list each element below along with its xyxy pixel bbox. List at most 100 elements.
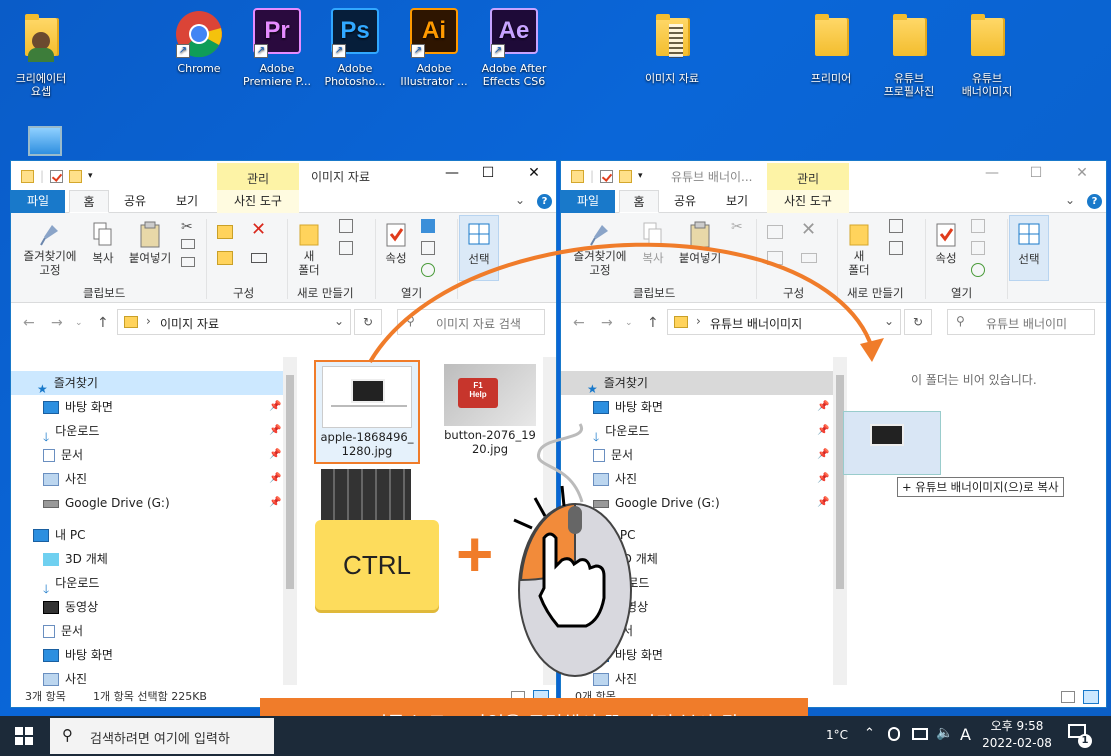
move-to-icon[interactable]: [767, 225, 783, 239]
desktop-icon-illustrator[interactable]: Ai ↗ Adobe Illustrator ...: [395, 8, 473, 88]
tab-picture-tools[interactable]: 사진 도구: [217, 190, 299, 213]
chevron-down-icon[interactable]: ⌄: [625, 318, 633, 328]
search-box[interactable]: ⚲ 유튜브 배너이미: [947, 309, 1095, 335]
expand-ribbon-icon[interactable]: ⌄: [515, 193, 525, 207]
nav-item-quick-access[interactable]: ★ 즐겨찾기: [11, 371, 295, 396]
chevron-down-icon[interactable]: ⌄: [75, 318, 83, 328]
desktop-icon-premiere[interactable]: Pr ↗ Adobe Premiere P...: [238, 8, 316, 88]
tray-overflow-icon[interactable]: ⌃: [864, 726, 875, 741]
copy-to-icon[interactable]: [767, 251, 783, 265]
tab-share[interactable]: 공유: [115, 190, 155, 213]
copy-button[interactable]: 복사: [637, 221, 669, 265]
desktop-icon-after-effects[interactable]: Ae ↗ Adobe After Effects CS6: [475, 8, 553, 88]
nav-item-videos[interactable]: 동영상: [11, 595, 295, 619]
nav-item-desktop[interactable]: 바탕 화면 📌: [561, 395, 845, 419]
copy-button[interactable]: 복사: [87, 221, 119, 265]
forward-arrow-icon[interactable]: →: [51, 315, 63, 331]
desktop-icon-chrome[interactable]: ↗ Chrome: [160, 8, 238, 75]
rename-icon[interactable]: [801, 253, 817, 263]
network-icon[interactable]: [912, 728, 928, 740]
tab-home[interactable]: 홈: [619, 190, 659, 213]
rename-icon[interactable]: [251, 253, 267, 263]
desktop-icon-premiere-folder[interactable]: 프리미어: [792, 12, 870, 85]
refresh-button[interactable]: ↻: [904, 309, 932, 335]
open-icon[interactable]: [971, 219, 985, 233]
tab-picture-tools[interactable]: 사진 도구: [767, 190, 849, 213]
cut-icon[interactable]: ✂: [181, 219, 193, 235]
properties-button[interactable]: 속성: [379, 221, 413, 265]
edit-icon[interactable]: [421, 241, 435, 255]
help-icon[interactable]: ?: [537, 194, 552, 209]
clock[interactable]: 오후 9:58 2022-02-08: [982, 718, 1052, 752]
properties-icon[interactable]: [50, 169, 64, 183]
large-icons-view-icon[interactable]: [1083, 690, 1099, 704]
maximize-button[interactable]: ☐: [465, 165, 511, 181]
address-bar[interactable]: › 유튜브 배너이미지 ⌄: [667, 309, 901, 335]
properties-button[interactable]: 속성: [929, 221, 963, 265]
tab-file[interactable]: 파일: [561, 190, 615, 213]
nav-item-pictures[interactable]: 사진 📌: [11, 467, 295, 491]
nav-item-quick-access[interactable]: ★ 즐겨찾기: [561, 371, 845, 396]
nav-item-downloads[interactable]: 🡓 다운로드 📌: [11, 419, 295, 444]
nav-item-desktop[interactable]: 바탕 화면 📌: [11, 395, 295, 419]
desktop-icon-youtube-banner[interactable]: 유튜브 배너이미지: [948, 12, 1026, 98]
easy-access-icon[interactable]: [889, 241, 903, 255]
delete-icon[interactable]: ✕: [251, 219, 266, 240]
manage-context-tab[interactable]: 관리: [767, 163, 849, 190]
close-button[interactable]: ✕: [511, 165, 556, 181]
copy-path-icon[interactable]: [181, 239, 195, 249]
cut-icon[interactable]: ✂: [731, 219, 743, 235]
tab-home[interactable]: 홈: [69, 190, 109, 213]
file-item-apple[interactable]: apple-1868496_ 1280.jpg: [314, 360, 420, 464]
properties-icon[interactable]: [600, 169, 614, 183]
meet-now-icon[interactable]: [888, 727, 900, 741]
taskbar-search-box[interactable]: ⚲ 검색하려면 여기에 입력하: [50, 718, 274, 754]
new-folder-icon[interactable]: [69, 169, 83, 183]
delete-icon[interactable]: ✕: [801, 219, 816, 240]
tab-file[interactable]: 파일: [11, 190, 65, 213]
this-pc-desktop-icon[interactable]: [28, 126, 62, 156]
copy-to-icon[interactable]: [217, 251, 233, 265]
up-arrow-icon[interactable]: ↑: [647, 315, 659, 331]
nav-item-documents[interactable]: 문서 📌: [11, 443, 295, 467]
paste-button[interactable]: 붙여넣기: [123, 221, 177, 265]
history-icon[interactable]: [971, 263, 985, 277]
paste-shortcut-icon[interactable]: [181, 257, 195, 267]
chevron-down-icon[interactable]: ⌄: [334, 314, 344, 328]
new-folder-button[interactable]: 새 폴더: [293, 221, 325, 277]
desktop-icon-creator[interactable]: 크리에이터 요셉: [2, 12, 80, 98]
address-bar[interactable]: › 이미지 자료 ⌄: [117, 309, 351, 335]
help-icon[interactable]: ?: [1087, 194, 1102, 209]
nav-item-this-pc[interactable]: 내 PC: [11, 523, 295, 547]
move-to-icon[interactable]: [217, 225, 233, 239]
tab-view[interactable]: 보기: [717, 190, 757, 213]
chevron-down-icon[interactable]: ⌄: [884, 314, 894, 328]
tab-share[interactable]: 공유: [665, 190, 705, 213]
edit-icon[interactable]: [971, 241, 985, 255]
nav-item-google-drive[interactable]: Google Drive (G:) 📌: [11, 491, 295, 515]
tab-view[interactable]: 보기: [167, 190, 207, 213]
close-button[interactable]: ✕: [1059, 165, 1105, 181]
maximize-button[interactable]: ☐: [1013, 165, 1059, 181]
up-arrow-icon[interactable]: ↑: [97, 315, 109, 331]
nav-item-desktop-pc[interactable]: 바탕 화면: [11, 643, 295, 667]
manage-context-tab[interactable]: 관리: [217, 163, 299, 190]
nav-scrollbar[interactable]: [833, 357, 847, 685]
back-arrow-icon[interactable]: ←: [573, 315, 585, 331]
pin-quick-access-button[interactable]: 즐겨찾기에 고정: [15, 221, 85, 277]
nav-item-downloads-pc[interactable]: 🡓다운로드: [11, 571, 295, 596]
notification-center-button[interactable]: 1: [1068, 724, 1092, 748]
new-folder-button[interactable]: 새 폴더: [843, 221, 875, 277]
paste-button[interactable]: 붙여넣기: [673, 221, 727, 265]
refresh-button[interactable]: ↻: [354, 309, 382, 335]
new-folder-icon[interactable]: [619, 169, 633, 183]
start-button[interactable]: [0, 716, 48, 756]
select-button[interactable]: 선택: [1009, 215, 1049, 281]
nav-item-documents-pc[interactable]: 문서: [11, 619, 295, 643]
chevron-down-icon[interactable]: ▾: [638, 171, 643, 181]
easy-access-icon[interactable]: [339, 241, 353, 255]
forward-arrow-icon[interactable]: →: [601, 315, 613, 331]
chevron-down-icon[interactable]: ▾: [88, 171, 93, 181]
new-item-icon[interactable]: [889, 219, 903, 233]
history-icon[interactable]: [421, 263, 435, 277]
